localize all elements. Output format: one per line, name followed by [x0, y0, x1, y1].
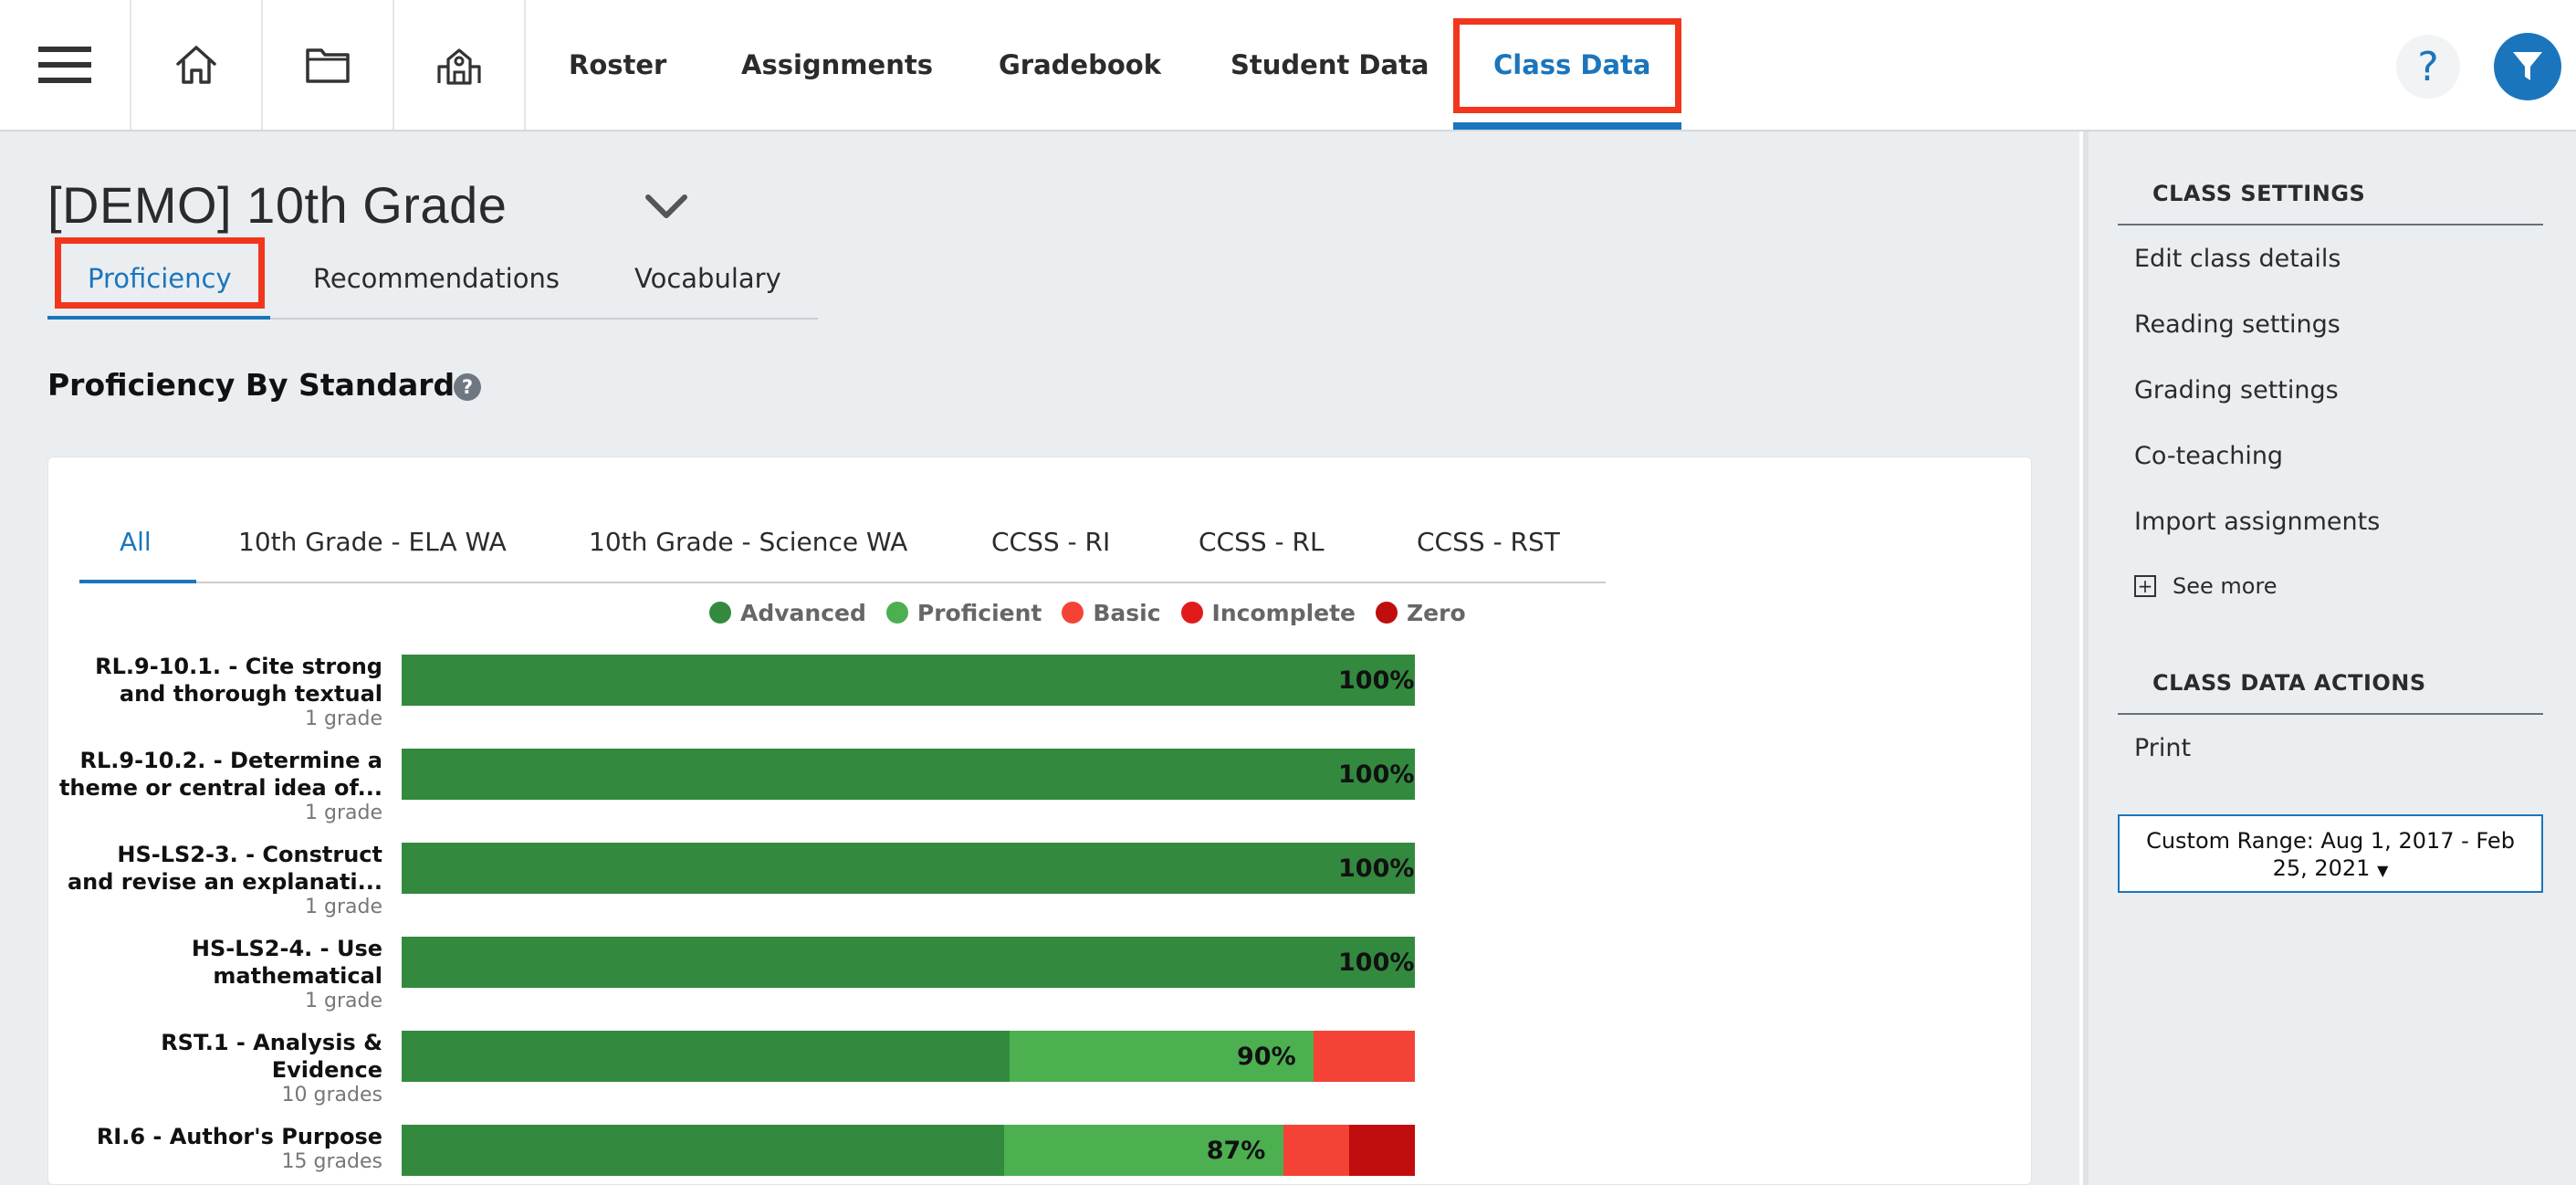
- help-button[interactable]: ?: [2396, 35, 2460, 99]
- caret-down-icon: ▼: [2377, 862, 2389, 879]
- row-label: RI.6 - Author's Purpose: [96, 1124, 382, 1149]
- menu-button[interactable]: [0, 0, 131, 130]
- row-grade-count: 1 grade: [305, 990, 382, 1012]
- info-icon[interactable]: ?: [454, 373, 481, 401]
- bar-percent-label: 90%: [1237, 1042, 1296, 1071]
- home-icon: [176, 46, 216, 84]
- tab-student-data[interactable]: Student Data: [1230, 0, 1429, 130]
- row-grade-count: 1 grade: [305, 896, 382, 918]
- date-range-selector[interactable]: Custom Range: Aug 1, 2017 - Feb 25, 2021…: [2118, 814, 2543, 893]
- bar-percent-label: 100%: [1338, 760, 1415, 789]
- bar-segment-basic[interactable]: [1283, 1125, 1349, 1176]
- row-grade-count: 10 grades: [281, 1084, 382, 1106]
- class-selector-button[interactable]: [644, 194, 688, 225]
- right-sidebar: [2083, 131, 2576, 1185]
- row-label: RL.9-10.1. - Cite strong: [95, 654, 382, 679]
- bar-segment-advanced[interactable]: [402, 1125, 1005, 1176]
- row-grade-count: 1 grade: [305, 802, 382, 824]
- row-label: HS-LS2-4. - Use: [191, 936, 382, 961]
- row-label: HS-LS2-3. - Construct: [117, 842, 382, 867]
- date-range-line2-wrap: 25, 2021 ▼: [2120, 855, 2541, 885]
- co-teaching-link[interactable]: Co-teaching: [2134, 442, 2283, 470]
- filter-icon: [2513, 52, 2542, 80]
- bar-segment-advanced[interactable]: [402, 937, 1415, 988]
- top-navigation: Roster Assignments Gradebook Student Dat…: [0, 0, 2576, 131]
- bar-percent-label: 87%: [1206, 1136, 1266, 1165]
- row-label: RL.9-10.2. - Determine a: [79, 748, 383, 773]
- row-label-line2: mathematical: [213, 963, 382, 989]
- bar-percent-label: 100%: [1338, 854, 1415, 883]
- library-button[interactable]: [263, 0, 394, 130]
- print-link[interactable]: Print: [2134, 734, 2191, 762]
- highlight-class-data: [1453, 18, 1681, 113]
- tab-recommendations[interactable]: Recommendations: [313, 239, 560, 318]
- tab-gradebook[interactable]: Gradebook: [999, 0, 1161, 130]
- row-label-line2: Evidence: [271, 1057, 382, 1083]
- bar-row[interactable]: [402, 749, 1415, 800]
- page-title: [DEMO] 10th Grade: [47, 176, 508, 234]
- date-range-line1: Custom Range: Aug 1, 2017 - Feb: [2146, 828, 2515, 854]
- bar-row[interactable]: [402, 655, 1415, 706]
- active-subtab-indicator: [47, 316, 270, 320]
- hamburger-icon: [38, 47, 91, 83]
- bar-percent-label: 100%: [1338, 948, 1415, 977]
- question-icon: ?: [2417, 43, 2439, 90]
- reading-settings-link[interactable]: Reading settings: [2134, 310, 2340, 339]
- see-more-button[interactable]: + See more: [2134, 573, 2278, 599]
- row-label-line2: and thorough textual: [119, 681, 382, 707]
- row-label-line2: theme or central idea of...: [58, 775, 382, 801]
- school-button[interactable]: [394, 0, 526, 130]
- bar-segment-advanced[interactable]: [402, 655, 1415, 706]
- plus-square-icon: +: [2134, 575, 2156, 597]
- import-assignments-link[interactable]: Import assignments: [2134, 508, 2380, 536]
- row-label-line2: and revise an explanati...: [67, 869, 382, 895]
- proficiency-card: All 10th Grade - ELA WA 10th Grade - Sci…: [47, 456, 2032, 1185]
- row-grade-count: 1 grade: [305, 708, 382, 730]
- grading-settings-link[interactable]: Grading settings: [2134, 376, 2339, 404]
- bar-percent-label: 100%: [1338, 666, 1415, 695]
- tab-assignments[interactable]: Assignments: [741, 0, 933, 130]
- active-tab-indicator: [1453, 122, 1681, 130]
- divider: [2118, 713, 2543, 715]
- row-grade-count: 15 grades: [281, 1150, 382, 1173]
- school-icon: [437, 48, 481, 85]
- folder-icon: [306, 48, 350, 83]
- divider: [2118, 224, 2543, 225]
- tab-roster[interactable]: Roster: [569, 0, 666, 130]
- bar-row[interactable]: [402, 843, 1415, 894]
- bar-segment-advanced[interactable]: [402, 749, 1415, 800]
- bar-row[interactable]: [402, 937, 1415, 988]
- tab-vocabulary[interactable]: Vocabulary: [634, 239, 781, 318]
- edit-class-details-link[interactable]: Edit class details: [2134, 245, 2340, 273]
- home-button[interactable]: [131, 0, 263, 130]
- proficiency-chart: RL.9-10.1. - Cite strong and thorough tex…: [48, 457, 2033, 1185]
- section-title: Proficiency By Standard: [47, 367, 456, 403]
- row-label: RST.1 - Analysis &: [161, 1030, 382, 1055]
- class-data-actions-heading: CLASS DATA ACTIONS: [2152, 670, 2426, 696]
- chevron-down-icon: [645, 194, 687, 218]
- see-more-label: See more: [2173, 573, 2278, 599]
- bar-segment-advanced[interactable]: [402, 1031, 1010, 1082]
- date-range-line2: 25, 2021: [2272, 855, 2371, 881]
- bar-segment-zero[interactable]: [1348, 1125, 1415, 1176]
- bar-segment-basic[interactable]: [1314, 1031, 1415, 1082]
- highlight-proficiency: [55, 237, 265, 309]
- bar-segment-advanced[interactable]: [402, 843, 1415, 894]
- class-settings-heading: CLASS SETTINGS: [2152, 181, 2366, 206]
- filter-button[interactable]: [2494, 33, 2561, 100]
